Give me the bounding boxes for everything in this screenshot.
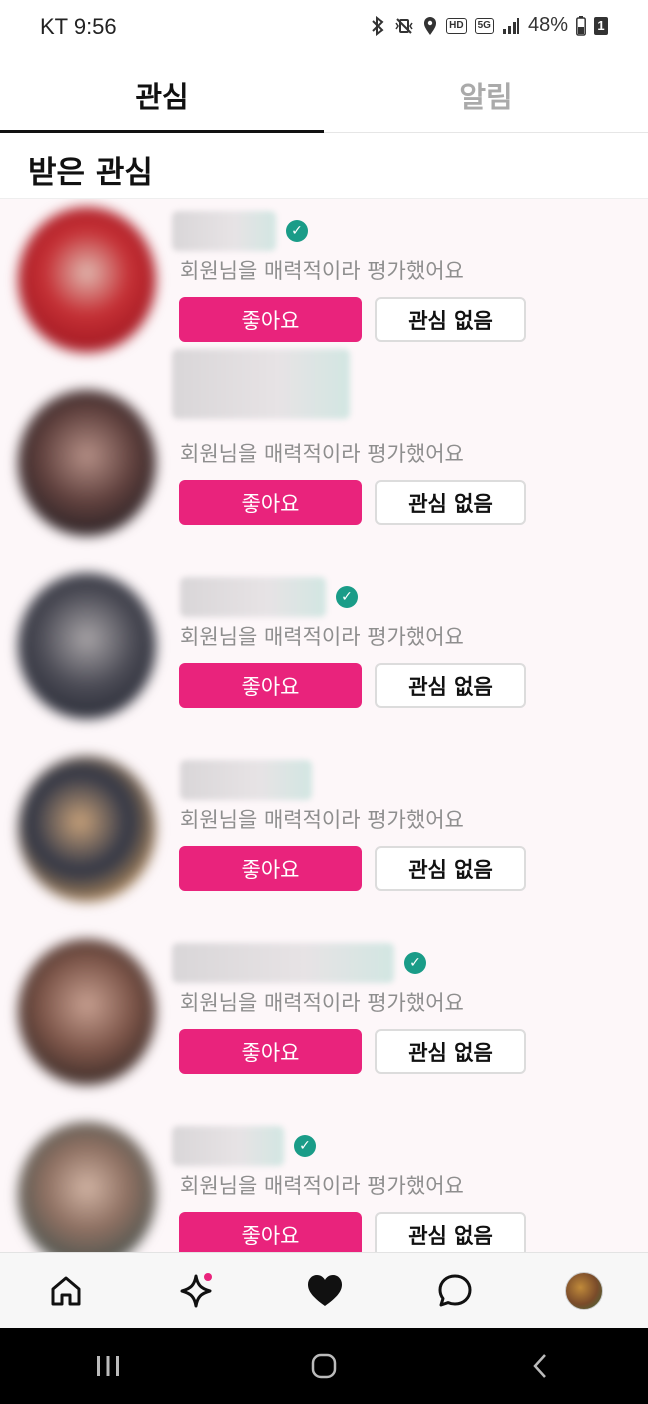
blurred-name: [172, 943, 394, 983]
blurred-name: [180, 577, 326, 617]
status-time: KT 9:56: [40, 14, 117, 39]
5g-icon: 5G: [474, 17, 494, 34]
nav-home[interactable]: [46, 1271, 86, 1311]
name-row: ✓: [172, 209, 308, 253]
list-item[interactable]: ✓ 회원님을 매력적이라 평가했어요 좋아요 관심 없음: [0, 565, 648, 748]
item-description: 회원님을 매력적이라 평가했어요: [180, 442, 464, 466]
home-circle-icon: [311, 1353, 337, 1379]
no-interest-button[interactable]: 관심 없음: [375, 846, 526, 891]
avatar[interactable]: [18, 207, 156, 353]
nav-chat[interactable]: [435, 1271, 475, 1311]
like-button[interactable]: 좋아요: [179, 663, 362, 708]
system-nav-bar: [0, 1328, 648, 1404]
heart-icon: [308, 1274, 342, 1306]
vibrate-icon: [394, 16, 414, 36]
tab-interest[interactable]: 관심: [0, 58, 324, 133]
name-row: ✓: [172, 941, 426, 985]
profile-avatar: [565, 1271, 603, 1310]
recent-apps-icon: [97, 1356, 119, 1376]
bottom-nav: [0, 1252, 648, 1328]
no-interest-button[interactable]: 관심 없음: [375, 480, 526, 525]
avatar[interactable]: [18, 1122, 156, 1252]
name-row: ✓: [172, 1124, 316, 1168]
avatar[interactable]: [18, 939, 156, 1085]
battery-icon: [576, 15, 586, 36]
name-row: [172, 349, 350, 419]
like-button[interactable]: 좋아요: [179, 480, 362, 525]
verified-badge-icon: ✓: [336, 586, 358, 608]
no-interest-button[interactable]: 관심 없음: [375, 1029, 526, 1074]
item-description: 회원님을 매력적이라 평가했어요: [180, 625, 464, 649]
back-chevron-icon: [533, 1354, 546, 1378]
chat-bubble-icon: [438, 1274, 471, 1306]
section-header: 받은 관심: [0, 133, 648, 199]
received-interest-list[interactable]: ✓ 회원님을 매력적이라 평가했어요 좋아요 관심 없음 회원님을 매력적이라 …: [0, 199, 648, 1252]
location-icon: [422, 16, 438, 36]
notification-dot: [203, 1272, 212, 1281]
recent-apps-button[interactable]: [78, 1336, 138, 1396]
status-icons: HD 5G 48% 1: [370, 14, 608, 37]
section-title: 받은 관심: [28, 155, 153, 191]
nav-recommend[interactable]: [176, 1271, 216, 1311]
avatar[interactable]: [18, 573, 156, 719]
status-bar: KT 9:56 HD 5G 48% 1: [0, 0, 648, 58]
bluetooth-icon: [370, 15, 386, 36]
avatar[interactable]: [18, 390, 156, 536]
like-button[interactable]: 좋아요: [179, 846, 362, 891]
list-item[interactable]: 회원님을 매력적이라 평가했어요 좋아요 관심 없음: [0, 349, 648, 565]
item-description: 회원님을 매력적이라 평가했어요: [180, 1174, 464, 1198]
tab-notifications[interactable]: 알림: [324, 58, 648, 132]
list-item[interactable]: 회원님을 매력적이라 평가했어요 좋아요 관심 없음: [0, 748, 648, 931]
back-button[interactable]: [510, 1336, 570, 1396]
verified-badge-icon: ✓: [286, 220, 308, 242]
no-interest-button[interactable]: 관심 없음: [375, 1212, 526, 1252]
home-button[interactable]: [294, 1336, 354, 1396]
list-item[interactable]: ✓ 회원님을 매력적이라 평가했어요 좋아요 관심 없음: [0, 931, 648, 1114]
name-row: ✓: [180, 575, 358, 619]
like-button[interactable]: 좋아요: [179, 1029, 362, 1074]
hd-call-icon: HD: [446, 17, 467, 34]
nav-profile[interactable]: [564, 1271, 604, 1311]
blurred-name: [172, 1126, 284, 1166]
like-button[interactable]: 좋아요: [179, 297, 362, 342]
item-description: 회원님을 매력적이라 평가했어요: [180, 808, 464, 832]
item-description: 회원님을 매력적이라 평가했어요: [180, 991, 464, 1015]
verified-badge-icon: ✓: [404, 952, 426, 974]
item-description: 회원님을 매력적이라 평가했어요: [180, 259, 464, 283]
name-row: [180, 758, 312, 802]
verified-badge-icon: ✓: [294, 1135, 316, 1157]
blurred-name: [172, 349, 350, 419]
no-interest-button[interactable]: 관심 없음: [375, 297, 526, 342]
blurred-name: [172, 211, 276, 251]
battery-badge: 1: [594, 16, 608, 35]
home-icon: [51, 1276, 81, 1305]
list-item[interactable]: ✓ 회원님을 매력적이라 평가했어요 좋아요 관심 없음: [0, 1114, 648, 1252]
battery-percent: 48%: [527, 14, 568, 36]
nav-likes[interactable]: [305, 1271, 345, 1311]
avatar[interactable]: [18, 756, 156, 902]
top-tabs: 관심 알림: [0, 58, 648, 133]
blurred-name: [180, 760, 312, 800]
like-button[interactable]: 좋아요: [179, 1212, 362, 1252]
no-interest-button[interactable]: 관심 없음: [375, 663, 526, 708]
signal-icon: [502, 17, 520, 35]
